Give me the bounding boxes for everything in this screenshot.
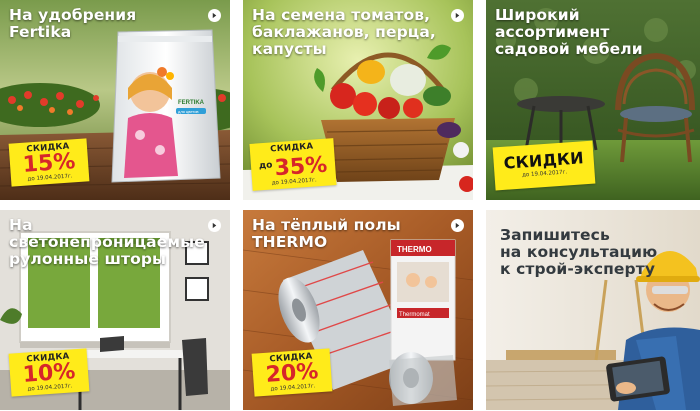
chevron-right-icon[interactable] <box>451 219 464 232</box>
chevron-right-icon[interactable] <box>451 9 464 22</box>
promo-tile-seeds[interactable]: На семена томатов, баклажанов, перца, ка… <box>243 0 473 200</box>
discount-badge: СКИДКА 20% до 19.04.2017г. <box>251 348 333 397</box>
tile-title: На светонепроницаемые рулонные шторы <box>9 216 205 268</box>
badge-percent: 35% <box>273 152 329 182</box>
discount-badge: СКИДКА 10% до 19.04.2017г. <box>8 348 90 397</box>
promo-tile-blinds[interactable]: На светонепроницаемые рулонные шторы СКИ… <box>0 210 230 410</box>
chevron-right-icon[interactable] <box>208 219 221 232</box>
bag-product-text: для цветов <box>178 109 199 114</box>
discount-badge: СКИДКА до35% до 19.04.2017г. <box>249 138 337 191</box>
promo-tile-furniture[interactable]: Широкий ассортимент садовой мебели СКИДК… <box>486 0 700 200</box>
tile-title: На удобрения Fertika <box>9 6 137 41</box>
tile-title: Широкий ассортимент садовой мебели <box>495 6 643 58</box>
tile-title: На семена томатов, баклажанов, перца, ка… <box>252 6 436 58</box>
box-product-text: Thermomat <box>399 312 430 318</box>
tile-title: Запишитесь на консультацию к строй-экспе… <box>500 226 658 278</box>
tile-title: На тёплый полы THERMO <box>252 216 401 251</box>
promo-tile-fertilizer[interactable]: FERTIKA для цветов На удобрения Fertika … <box>0 0 230 200</box>
promo-grid: FERTIKA для цветов На удобрения Fertika … <box>0 0 700 411</box>
badge-prefix: до <box>258 160 273 172</box>
discount-badge: СКИДКА 15% до 19.04.2017г. <box>8 138 90 187</box>
promo-tile-floor[interactable]: THERMO Thermomat На тёплый полы THERMO С… <box>243 210 473 410</box>
chevron-right-icon[interactable] <box>208 9 221 22</box>
bag-brand-text: FERTIKA <box>178 100 205 106</box>
discount-badge: СКИДКИ до 19.04.2017г. <box>492 140 596 191</box>
promo-tile-consult[interactable]: Запишитесь на консультацию к строй-экспе… <box>486 210 700 410</box>
